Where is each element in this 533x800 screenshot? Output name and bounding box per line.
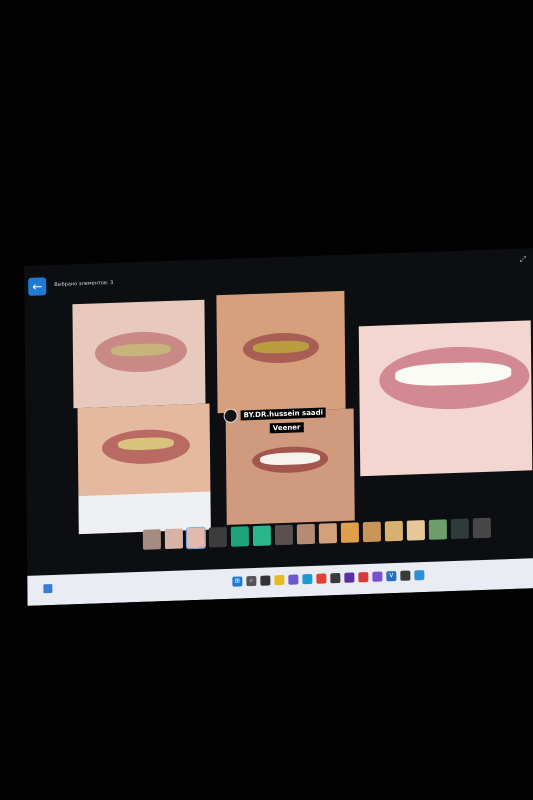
app-icon[interactable] [372,571,383,582]
store-icon[interactable] [330,572,341,584]
thumbnail-selected[interactable] [185,526,207,550]
thumbnail[interactable] [164,528,184,550]
taskbar-icons: ⊞ ⌕ V [232,570,425,587]
watermark-line1: BY.DR.hussein saadi [240,407,327,421]
watermark-line2: Veener [269,422,304,434]
thumbnail[interactable] [384,520,403,542]
thumbnail[interactable] [362,521,381,543]
thumbnail[interactable] [450,518,469,540]
task-view-icon[interactable] [260,575,271,586]
photo-man-before[interactable] [216,290,346,414]
app-icon[interactable] [358,571,369,583]
taskbar: ⊞ ⌕ V [27,558,533,606]
photo-before-lower[interactable] [72,299,206,409]
photo-woman-after[interactable] [358,320,533,477]
thumbnail[interactable] [208,526,228,548]
expand-icon[interactable]: ⤢ [520,254,527,264]
thumbnail[interactable] [340,522,359,543]
app-icon[interactable] [344,572,355,583]
search-icon[interactable]: ⌕ [246,575,257,587]
thumbnail[interactable] [274,524,294,546]
thumbnail[interactable] [142,529,162,550]
chrome-icon[interactable] [316,573,327,584]
photos-icon[interactable] [414,570,425,581]
thumbnail[interactable] [428,519,447,540]
file-explorer-icon[interactable] [274,574,285,586]
thumbnail[interactable] [406,520,425,541]
app-icon[interactable] [400,570,411,581]
doctor-logo-icon [223,408,238,424]
back-arrow-icon[interactable]: ← [28,277,47,296]
chat-icon[interactable] [288,574,299,585]
thumbnail[interactable] [230,526,250,547]
thumbnail[interactable] [472,517,491,539]
thumbnail[interactable] [252,525,272,547]
start-icon[interactable]: ⊞ [232,576,243,587]
thumbnail[interactable] [296,523,316,545]
selection-count-label: Выбрано элементов: 3 [54,279,114,288]
thumbnail[interactable] [318,523,337,544]
photos-app-window: ← Выбрано элементов: 3 ⤢ BY.DR.hussein s… [24,248,533,606]
edge-icon[interactable] [302,573,313,585]
photo-before-upper[interactable] [77,403,211,535]
vk-icon[interactable]: V [386,571,397,582]
widgets-icon[interactable] [43,584,53,594]
